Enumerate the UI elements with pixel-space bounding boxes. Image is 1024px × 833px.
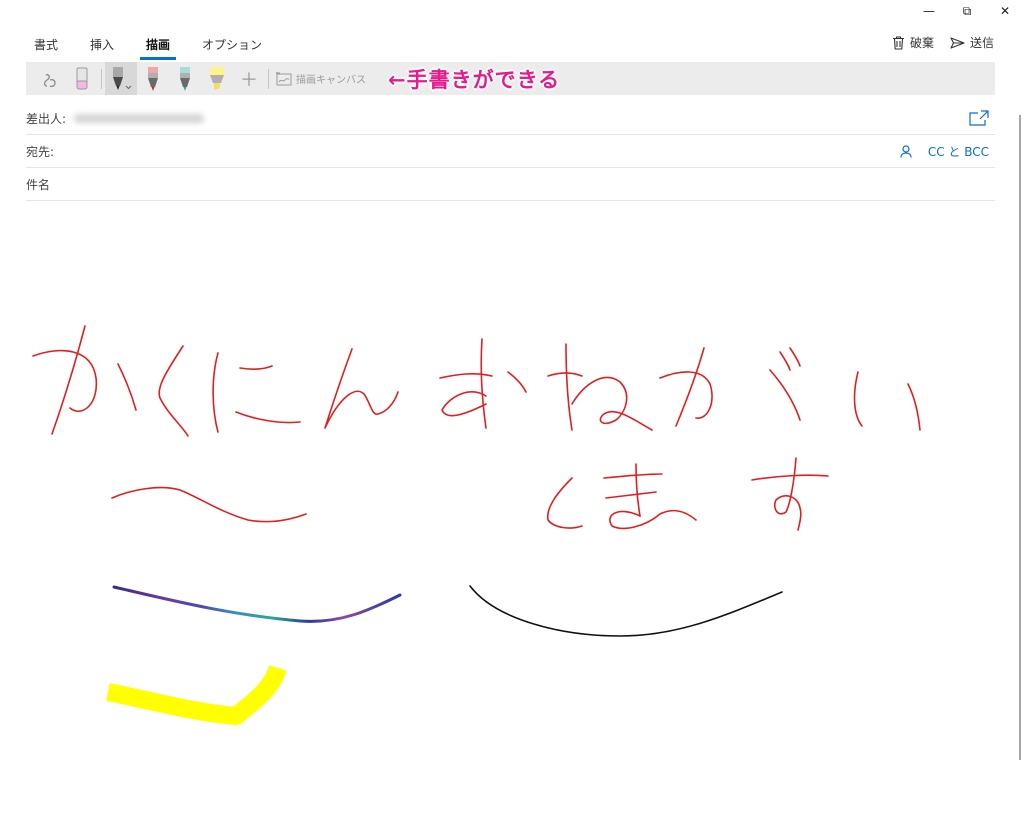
yellow-highlighter-stroke	[106, 664, 287, 725]
handwritten-message	[32, 325, 921, 531]
galaxy-ink-smile	[112, 585, 402, 623]
black-ink-smile	[469, 585, 783, 637]
ink-canvas[interactable]	[0, 0, 1024, 833]
